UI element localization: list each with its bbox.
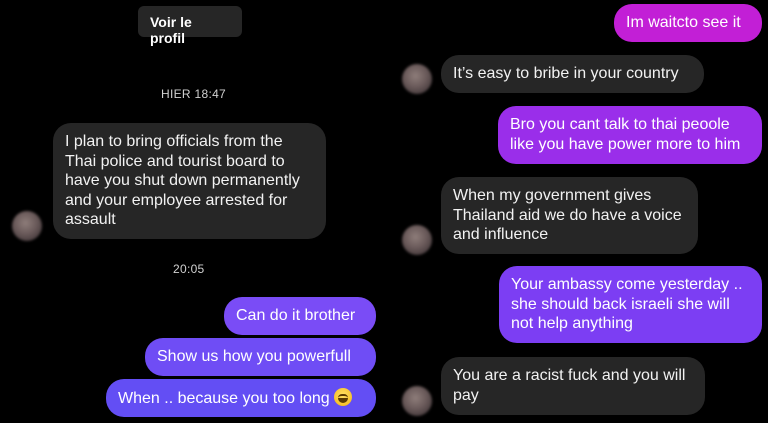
message-line: and your employee arrested for: [65, 191, 288, 209]
message-line: not help anything: [511, 315, 633, 332]
outgoing-message[interactable]: Show us how you powerfull: [145, 338, 376, 376]
message-line: You are a racist fuck and you will: [453, 367, 686, 384]
incoming-message[interactable]: You are a racist fuck and you will pay: [441, 357, 705, 415]
contact-avatar[interactable]: [402, 386, 432, 416]
message-text: When .. because you too long: [118, 390, 330, 407]
message-text: It’s easy to bribe in your country: [453, 65, 679, 82]
outgoing-message[interactable]: Can do it brother: [224, 297, 376, 335]
contact-avatar[interactable]: [402, 225, 432, 255]
timestamp-yesterday: HIER 18:47: [161, 87, 227, 101]
message-line: like you have power more to him: [510, 135, 741, 153]
incoming-message[interactable]: When my government gives Thailand aid we…: [441, 177, 698, 254]
message-line: Your ambassy come yesterday ..: [511, 276, 743, 293]
message-text: Show us how you powerfull: [157, 348, 351, 365]
left-conversation-panel: Voir le profil HIER 18:47 I plan to brin…: [0, 0, 384, 423]
incoming-message[interactable]: I plan to bring officials from the Thai …: [53, 123, 326, 239]
message-line: pay: [453, 386, 479, 404]
message-line: assault: [65, 211, 116, 228]
message-line: Thai police and tourist board to: [65, 152, 285, 170]
right-conversation-panel: Im waitcto see it It’s easy to bribe in …: [384, 0, 768, 423]
contact-avatar[interactable]: [402, 64, 432, 94]
outgoing-message[interactable]: Bro you cant talk to thai peoole like yo…: [498, 106, 762, 164]
message-line: and influence: [453, 226, 549, 243]
incoming-message[interactable]: It’s easy to bribe in your country: [441, 55, 704, 93]
outgoing-message[interactable]: Your ambassy come yesterday .. she shoul…: [499, 266, 762, 343]
message-text: Can do it brother: [236, 307, 356, 324]
message-line: she should back israeli she will: [511, 295, 730, 313]
message-line: Thailand aid we do have a voice: [453, 206, 682, 224]
outgoing-message[interactable]: Im waitcto see it: [614, 4, 762, 42]
message-line: Bro you cant talk to thai peoole: [510, 116, 730, 133]
outgoing-message[interactable]: When .. because you too long: [106, 379, 376, 417]
message-line: have you shut down permanently: [65, 172, 300, 189]
contact-avatar[interactable]: [12, 211, 42, 241]
message-text: Im waitcto see it: [626, 14, 741, 31]
timestamp-time: 20:05: [173, 262, 205, 276]
message-line: When my government gives: [453, 187, 652, 204]
message-line: I plan to bring officials from the: [65, 133, 283, 150]
grinning-squinting-face-icon: [333, 388, 352, 406]
view-profile-button[interactable]: Voir le profil: [138, 6, 242, 46]
